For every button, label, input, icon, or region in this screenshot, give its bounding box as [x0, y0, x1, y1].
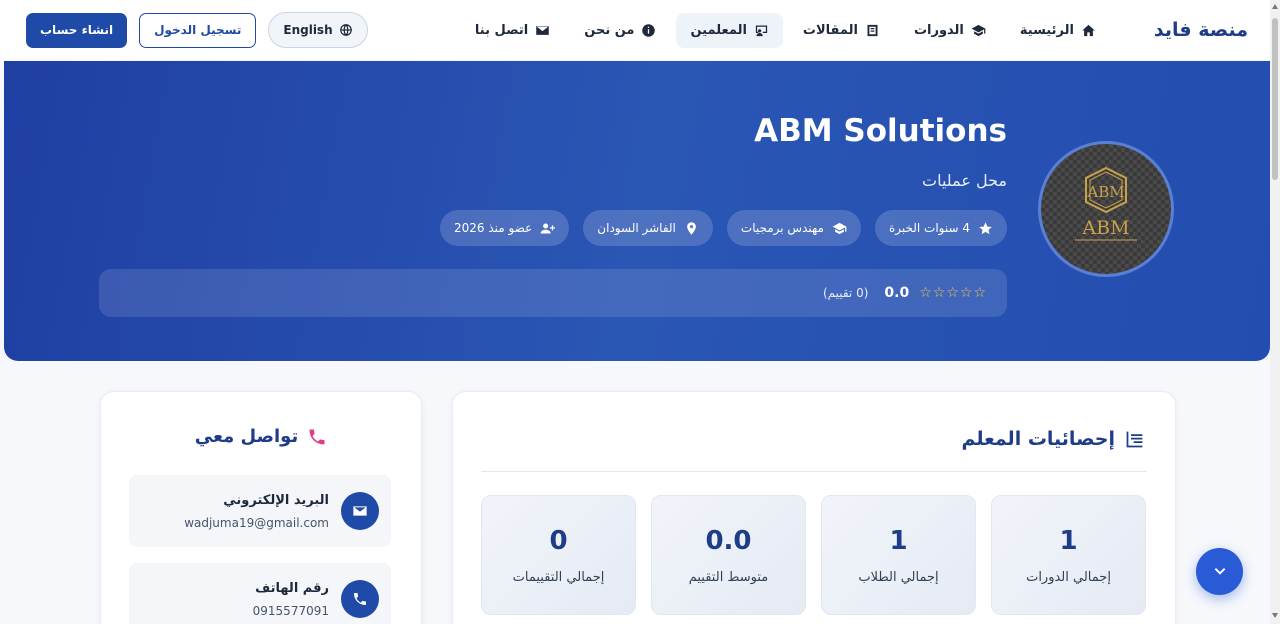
top-navbar: منصة فايد الرئيسية الدورات المقالات المع…: [0, 0, 1270, 60]
user-plus-icon: [540, 223, 556, 233]
stat-value: 0.0: [705, 526, 752, 556]
badge-label: الفاشر السودان: [597, 221, 676, 235]
profile-hero: ABM ABM ABM Solutions محل عمليات 4 سنوات…: [4, 61, 1270, 361]
contact-email-text: البريد الإلكتروني wadjuma19@gmail.com: [184, 493, 329, 530]
rating-stars: ☆☆☆☆☆: [919, 285, 987, 301]
nav-link-label: الرئيسية: [1019, 22, 1074, 38]
stat-label: إجمالي الطلاب: [858, 570, 939, 585]
star-icon: [979, 221, 992, 234]
phone-value[interactable]: 0915577091: [253, 604, 329, 618]
teacher-subtitle: محل عمليات: [922, 171, 1007, 190]
globe-icon: [339, 24, 352, 36]
phone-label: رقم الهاتف: [255, 580, 329, 596]
nav-link-home[interactable]: الرئيسية: [1006, 13, 1110, 48]
nav-link-label: المقالات: [802, 22, 858, 38]
email-icon-circle: [341, 492, 379, 530]
avatar-logo-text: ABM: [1081, 217, 1129, 239]
signup-button[interactable]: انشاء حساب: [26, 12, 128, 48]
teacher-avatar: ABM ABM: [1038, 141, 1174, 277]
badge-label: 4 سنوات الخبرة: [888, 221, 970, 235]
rating-value: 0.0: [884, 285, 910, 301]
stats-grid: 1 إجمالي الدورات 1 إجمالي الطلاب 0.0 متو…: [481, 495, 1146, 615]
nav-link-label: الدورات: [913, 22, 964, 38]
nav-link-articles[interactable]: المقالات: [789, 13, 894, 48]
location-badge: الفاشر السودان: [583, 210, 713, 246]
profile-badges: 4 سنوات الخبرة مهندس برمجيات الفاشر السو…: [440, 210, 1007, 246]
stat-label: إجمالي التقييمات: [512, 570, 605, 585]
brand-logo[interactable]: منصة فايد: [1154, 19, 1248, 41]
experience-badge: 4 سنوات الخبرة: [874, 210, 1007, 246]
contact-header: تواصل معي: [101, 426, 421, 447]
badge-label: عضو منذ 2026: [454, 221, 533, 235]
rating-count: (0 تقييم): [822, 286, 869, 300]
rating-summary: ☆☆☆☆☆ 0.0 (0 تقييم): [99, 269, 1007, 317]
teacher-icon: [755, 25, 768, 36]
stats-title: إحصائيات المعلم: [961, 428, 1115, 450]
stat-total-courses: 1 إجمالي الدورات: [991, 495, 1146, 615]
contact-title: تواصل معي: [194, 426, 299, 447]
nav-link-teachers[interactable]: المعلمين: [676, 12, 783, 48]
scrollbar-thumb[interactable]: [1272, 18, 1278, 180]
nav-links: الرئيسية الدورات المقالات المعلمين من نح…: [461, 12, 1110, 48]
home-icon: [1082, 24, 1095, 36]
member-since-badge: عضو منذ 2026: [440, 210, 570, 246]
stat-value: 1: [889, 526, 908, 556]
chevron-down-icon: [1214, 567, 1225, 575]
phone-icon: [354, 593, 366, 605]
stat-total-students: 1 إجمالي الطلاب: [821, 495, 976, 615]
phone-icon: [309, 429, 325, 444]
teacher-name: ABM Solutions: [754, 113, 1007, 149]
stat-label: متوسط التقييم: [688, 570, 769, 585]
stat-label: إجمالي الدورات: [1026, 570, 1111, 585]
specialty-badge: مهندس برمجيات: [726, 210, 861, 246]
stat-average-rating: 0.0 متوسط التقييم: [651, 495, 806, 615]
list-icon: [1126, 431, 1143, 447]
map-pin-icon: [687, 221, 696, 235]
badge-label: مهندس برمجيات: [740, 221, 824, 235]
divider: [481, 471, 1147, 472]
stat-value: 0: [549, 526, 568, 556]
contact-phone-text: رقم الهاتف 0915577091: [253, 581, 329, 618]
nav-link-label: المعلمين: [690, 22, 747, 38]
phone-icon-circle: [341, 580, 379, 618]
scroll-up-arrow[interactable]: [1272, 4, 1278, 9]
nav-link-courses[interactable]: الدورات: [900, 13, 1000, 48]
nav-link-about[interactable]: من نحن: [570, 13, 670, 48]
contact-phone-item[interactable]: رقم الهاتف 0915577091: [129, 563, 391, 624]
email-label: البريد الإلكتروني: [223, 492, 329, 508]
stats-header: إحصائيات المعلم: [961, 428, 1145, 450]
nav-link-contact[interactable]: اتصل بنا: [461, 13, 564, 48]
envelope-icon: [353, 506, 367, 516]
abm-logo: ABM ABM: [1075, 166, 1137, 241]
scroll-down-arrow[interactable]: [1272, 613, 1278, 618]
email-value[interactable]: wadjuma19@gmail.com: [184, 516, 329, 530]
language-label: English: [283, 23, 333, 37]
nav-actions: English تسجيل الدخول انشاء حساب: [26, 12, 368, 48]
contact-card: تواصل معي البريد الإلكتروني wadjuma19@gm…: [100, 391, 422, 624]
scroll-down-button[interactable]: [1196, 548, 1243, 595]
login-button[interactable]: تسجيل الدخول: [139, 12, 257, 48]
nav-link-label: من نحن: [584, 22, 635, 38]
graduation-cap-icon: [971, 24, 986, 36]
page-scrollbar[interactable]: [1270, 0, 1280, 624]
info-icon: [642, 23, 656, 37]
contact-email-item[interactable]: البريد الإلكتروني wadjuma19@gmail.com: [129, 475, 391, 547]
language-toggle-button[interactable]: English: [268, 12, 368, 48]
graduation-cap-icon: [832, 222, 847, 234]
book-icon: [867, 24, 878, 36]
avatar-logo-mark: ABM: [1086, 183, 1124, 201]
stat-value: 1: [1059, 526, 1078, 556]
envelope-icon: [536, 25, 549, 35]
teacher-stats-card: إحصائيات المعلم 1 إجمالي الدورات 1 إجمال…: [452, 391, 1176, 624]
nav-link-label: اتصل بنا: [474, 22, 529, 38]
stat-total-ratings: 0 إجمالي التقييمات: [481, 495, 636, 615]
